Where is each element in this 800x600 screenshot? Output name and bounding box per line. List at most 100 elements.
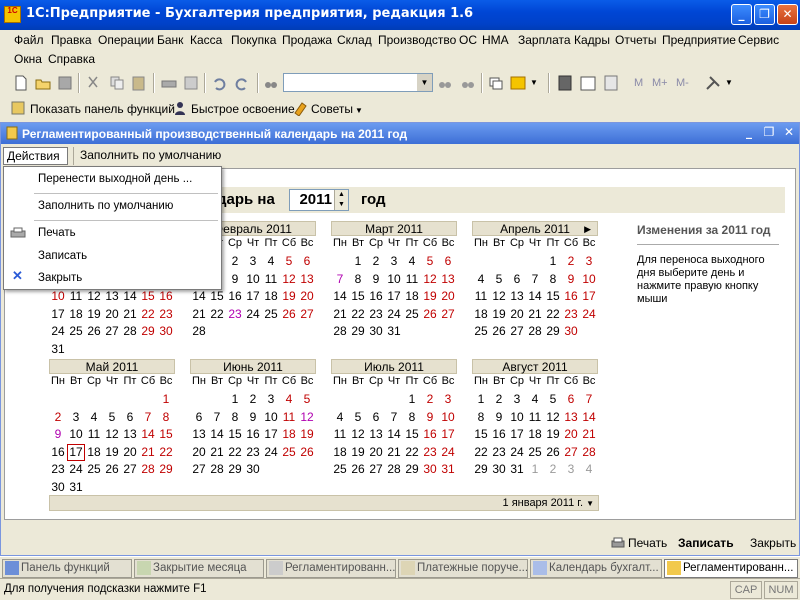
binoculars-icon[interactable]	[262, 74, 280, 92]
menu-salary[interactable]: Зарплата	[518, 33, 571, 47]
calendar-day[interactable]: 17	[439, 426, 457, 443]
calendar-day[interactable]: 16	[490, 426, 508, 443]
calendar-day[interactable]: 2	[544, 461, 562, 478]
calendar-day[interactable]: 25	[331, 461, 349, 478]
calendar-day[interactable]: 20	[367, 444, 385, 461]
windows-icon[interactable]	[487, 74, 505, 92]
find-prev-icon[interactable]	[436, 74, 454, 92]
quick-learn-button[interactable]: Быстрое освоение	[191, 102, 295, 116]
calendar-day[interactable]: 23	[421, 444, 439, 461]
calendar-day[interactable]: 9	[367, 271, 385, 288]
close-window-button[interactable]: ✕	[777, 4, 798, 25]
calendar-day[interactable]: 26	[85, 323, 103, 340]
print-button[interactable]: Печать	[628, 536, 667, 550]
task-regulated-1[interactable]: Регламентированн...	[266, 559, 396, 578]
chevron-down-icon[interactable]: ▼	[417, 74, 432, 91]
calendar-day[interactable]: 17	[49, 306, 67, 323]
calendar-day[interactable]: 9	[49, 426, 67, 443]
paste-icon[interactable]	[130, 74, 148, 92]
task-regulated-2[interactable]: Регламентированн...	[664, 559, 798, 578]
clipboard-icon[interactable]	[602, 74, 620, 92]
calendar-day[interactable]: 14	[190, 288, 208, 305]
calendar-day[interactable]: 30	[421, 461, 439, 478]
menu-help[interactable]: Справка	[48, 52, 95, 66]
calendar-day[interactable]: 29	[544, 323, 562, 340]
calendar-day[interactable]: 11	[472, 288, 490, 305]
calendar-day[interactable]: 11	[526, 409, 544, 426]
calendar-day[interactable]: 25	[526, 444, 544, 461]
calendar-day[interactable]: 11	[67, 288, 85, 305]
calendar-day[interactable]: 26	[298, 444, 316, 461]
calendar-day[interactable]: 18	[403, 288, 421, 305]
calendar-day[interactable]: 22	[403, 444, 421, 461]
calendar-day[interactable]: 15	[139, 288, 157, 305]
calendar-day[interactable]: 28	[139, 461, 157, 478]
calendar-day[interactable]: 6	[121, 409, 139, 426]
calendar-day[interactable]: 19	[103, 444, 121, 461]
calendar-day[interactable]: 8	[403, 409, 421, 426]
calendar-day[interactable]: 21	[526, 306, 544, 323]
calendar-day[interactable]: 1	[157, 391, 175, 408]
calendar-day[interactable]: 14	[139, 426, 157, 443]
calendar-day[interactable]: 8	[472, 409, 490, 426]
calendar-day[interactable]: 15	[472, 426, 490, 443]
calendar-day[interactable]: 5	[544, 391, 562, 408]
menu-bank[interactable]: Банк	[157, 33, 183, 47]
task-payment-orders[interactable]: Платежные поруче...	[398, 559, 528, 578]
calendar-day[interactable]: 27	[508, 323, 526, 340]
calendar-day[interactable]: 18	[526, 426, 544, 443]
calendar-day[interactable]: 13	[508, 288, 526, 305]
calendar-day[interactable]: 20	[103, 306, 121, 323]
calendar-day[interactable]: 15	[403, 426, 421, 443]
calendar-day[interactable]: 5	[421, 253, 439, 270]
calendar-day[interactable]: 4	[262, 253, 280, 270]
calendar-day[interactable]: 20	[562, 426, 580, 443]
tools-icon[interactable]	[704, 74, 722, 92]
chevron-down-icon[interactable]: ▼	[530, 78, 538, 87]
calendar-day[interactable]: 14	[526, 288, 544, 305]
calendar-day[interactable]: 19	[85, 306, 103, 323]
redo-icon[interactable]	[233, 74, 251, 92]
calendar-day[interactable]: 8	[544, 271, 562, 288]
menu-reports[interactable]: Отчеты	[615, 33, 656, 47]
spin-up-icon[interactable]: ▲	[334, 190, 348, 200]
calendar-day[interactable]: 13	[190, 426, 208, 443]
calendar-day[interactable]: 17	[580, 288, 598, 305]
tips-button[interactable]: Советы	[311, 102, 353, 116]
calendar-day[interactable]: 22	[349, 306, 367, 323]
calendar-day[interactable]: 28	[190, 323, 208, 340]
menu-enterprise[interactable]: Предприятие	[662, 33, 736, 47]
calendar-day[interactable]: 11	[331, 426, 349, 443]
calendar-day[interactable]: 24	[49, 323, 67, 340]
calendar-day[interactable]: 18	[67, 306, 85, 323]
calendar-day[interactable]: 25	[280, 444, 298, 461]
save-item[interactable]: Записать	[4, 245, 221, 267]
calendar-day[interactable]: 26	[103, 461, 121, 478]
calendar-day[interactable]: 23	[49, 461, 67, 478]
new-document-icon[interactable]	[12, 74, 30, 92]
memory-plus-button[interactable]: M+	[652, 77, 668, 89]
calendar-day[interactable]: 14	[208, 426, 226, 443]
calendar-day[interactable]: 27	[121, 461, 139, 478]
doc-maximize-button[interactable]: ❐	[761, 125, 777, 141]
calendar-day[interactable]: 26	[421, 306, 439, 323]
calendar-day[interactable]: 7	[208, 409, 226, 426]
calendar-day[interactable]: 13	[103, 288, 121, 305]
calendar-day[interactable]: 16	[226, 288, 244, 305]
calendar-day[interactable]: 1	[544, 253, 562, 270]
calendar-day[interactable]: 12	[490, 288, 508, 305]
calendar-day[interactable]: 2	[421, 391, 439, 408]
calendar-day[interactable]: 10	[49, 288, 67, 305]
transfer-day-item[interactable]: Перенести выходной день ...	[4, 168, 221, 190]
calendar-day[interactable]: 25	[85, 461, 103, 478]
spin-down-icon[interactable]: ▼	[334, 200, 348, 210]
calendar-day[interactable]: 6	[508, 271, 526, 288]
calendar-day[interactable]: 13	[298, 271, 316, 288]
calendar-day[interactable]: 31	[439, 461, 457, 478]
calendar-day[interactable]: 26	[349, 461, 367, 478]
calendar-day[interactable]: 29	[226, 461, 244, 478]
calendar-day[interactable]: 7	[526, 271, 544, 288]
calendar-day[interactable]: 19	[298, 426, 316, 443]
calendar-day[interactable]: 18	[85, 444, 103, 461]
calendar-day[interactable]: 1	[526, 461, 544, 478]
